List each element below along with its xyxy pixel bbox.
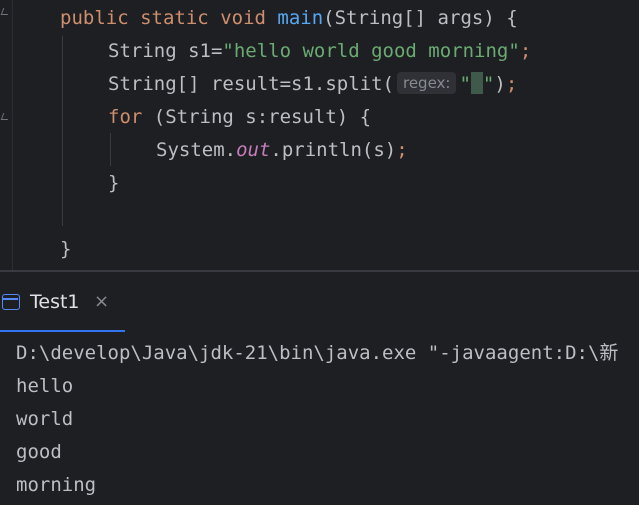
method-signature: (String[] args) {: [323, 7, 518, 29]
run-tool-window-header: Test1 ×: [0, 272, 639, 332]
string-literal-close: ": [482, 73, 495, 95]
console-line: world: [16, 408, 74, 430]
close-paren: ): [494, 73, 506, 95]
string-literal-open: ": [459, 73, 471, 95]
code-line-1: public static void main(String[] args) {: [60, 2, 518, 35]
keyword-for: for: [108, 106, 143, 128]
code-line-8: }: [60, 233, 71, 266]
console-line: D:\develop\Java\jdk-21\bin\java.exe "-ja…: [16, 342, 619, 364]
code-editor[interactable]: public static void main(String[] args) {…: [0, 0, 639, 270]
split-call: String[] result=s1.split(: [108, 73, 394, 95]
indent-guide: [110, 133, 111, 166]
console-window-icon: [2, 294, 20, 310]
code-line-4: for (String s:result) {: [108, 101, 371, 134]
static-field-out: out: [236, 139, 271, 161]
keyword-public: public: [60, 7, 129, 29]
system-class: System.: [156, 139, 237, 161]
println-call: .println(s): [270, 139, 397, 161]
closing-brace: }: [108, 172, 120, 194]
code-line-2: String s1="hello world good morning";: [108, 35, 531, 68]
close-icon[interactable]: ×: [94, 272, 109, 332]
text-cursor: [470, 72, 483, 94]
console-line: good: [16, 441, 62, 463]
run-tab-test1[interactable]: Test1 ×: [0, 272, 125, 332]
fold-icon[interactable]: [0, 113, 11, 120]
closing-brace: }: [60, 238, 72, 260]
method-name: main: [277, 7, 324, 29]
run-tab-label: Test1: [30, 291, 80, 313]
code-line-3: String[] result=s1.split(regex: " ");: [108, 68, 517, 101]
string-literal: "hello world good morning": [222, 40, 520, 62]
keyword-void: void: [220, 7, 266, 29]
semicolon: ;: [505, 73, 518, 95]
console-line: hello: [16, 375, 74, 397]
console-line: morning: [16, 474, 97, 496]
code-line-5: System.out.println(s);: [156, 134, 408, 167]
editor-gutter: [0, 0, 13, 270]
console-output[interactable]: D:\develop\Java\jdk-21\bin\java.exe "-ja…: [0, 333, 639, 505]
code-line-6: }: [108, 167, 119, 200]
variable-declaration: String s1=: [108, 40, 223, 62]
fold-icon[interactable]: [0, 8, 11, 15]
for-header: (String s:result) {: [142, 106, 372, 128]
semicolon: ;: [519, 40, 532, 62]
keyword-static: static: [140, 7, 209, 29]
parameter-hint: regex:: [396, 72, 457, 94]
semicolon: ;: [396, 139, 408, 161]
indent-guide: [62, 36, 63, 226]
